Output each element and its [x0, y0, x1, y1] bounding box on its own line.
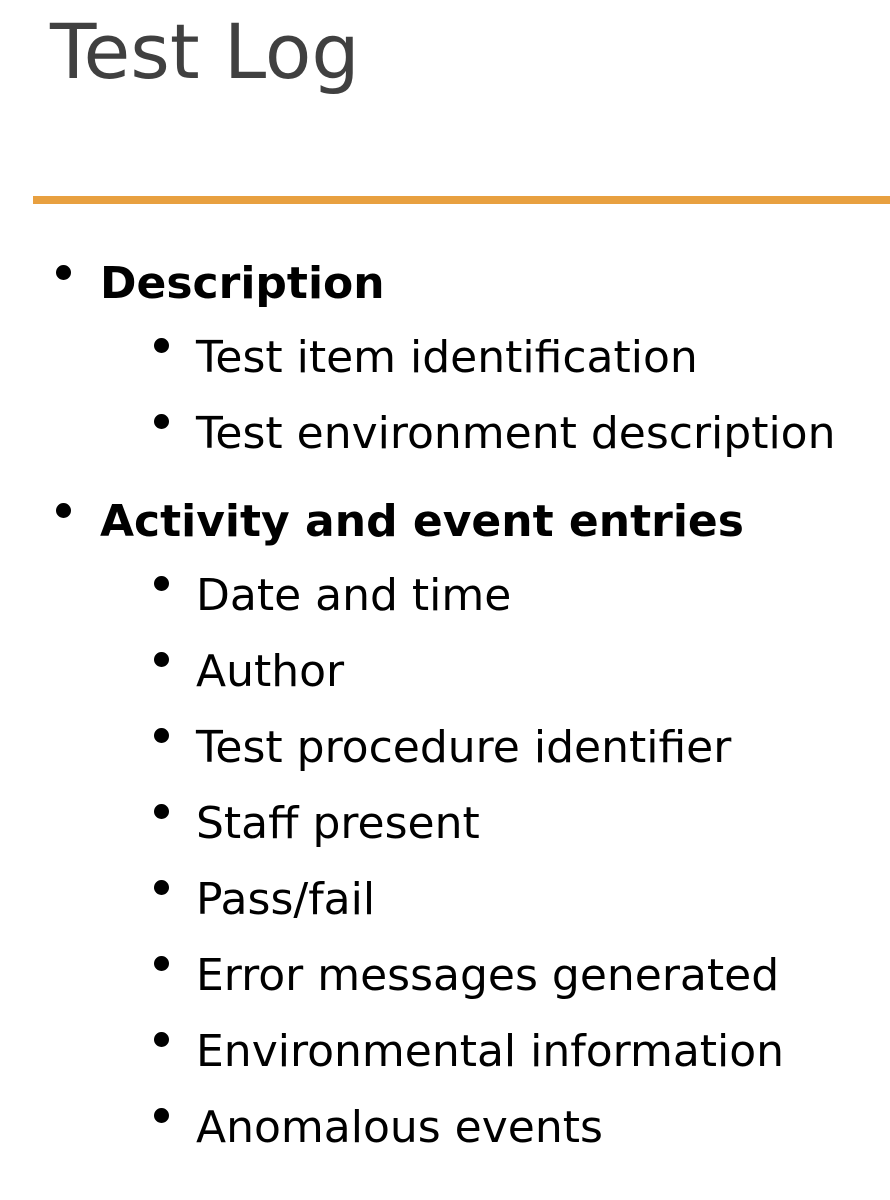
- list-item: Anomalous events: [100, 1090, 890, 1166]
- section-description: Description Test item identification Tes…: [0, 248, 890, 472]
- bullet-dot-icon: [154, 652, 169, 667]
- bullet-dot-icon: [154, 338, 169, 353]
- bullet-dot-icon: [154, 880, 169, 895]
- section-heading: Activity and event entries: [100, 496, 744, 547]
- bullet-dot-icon: [154, 804, 169, 819]
- list-item: Staff present: [100, 786, 890, 862]
- list-item-text: Date and time: [196, 570, 512, 621]
- list-item-text: Test item identification: [196, 332, 698, 383]
- bullet-dot-icon: [154, 956, 169, 971]
- list-item: Environmental information: [100, 1014, 890, 1090]
- bullet-dot-icon: [154, 414, 169, 429]
- list-item-text: Test environment description: [196, 408, 836, 459]
- list-item: Author: [100, 634, 890, 710]
- bullet-list: Description Test item identification Tes…: [0, 248, 890, 1166]
- sub-bullet-list: Test item identification Test environmen…: [100, 320, 890, 472]
- list-item: Pass/fail: [100, 862, 890, 938]
- bullet-dot-icon: [154, 1108, 169, 1123]
- list-item: Test procedure identifier: [100, 710, 890, 786]
- list-item: Test environment description: [100, 396, 890, 472]
- sub-bullet-list: Date and time Author Test procedure iden…: [100, 558, 890, 1166]
- bullet-dot-icon: [154, 1032, 169, 1047]
- slide-title: Test Log: [50, 7, 360, 96]
- list-item-text: Test procedure identifier: [196, 722, 732, 773]
- list-item-text: Pass/fail: [196, 874, 376, 925]
- list-item: Error messages generated: [100, 938, 890, 1014]
- bullet-dot-icon: [154, 576, 169, 591]
- section-heading: Description: [100, 258, 385, 309]
- bullet-dot-icon: [154, 728, 169, 743]
- list-item-text: Environmental information: [196, 1026, 785, 1077]
- list-item-text: Anomalous events: [196, 1102, 603, 1153]
- title-underline-rule: [33, 196, 890, 204]
- bullet-dot-icon: [56, 503, 71, 518]
- list-item-text: Error messages generated: [196, 950, 780, 1001]
- list-item-text: Staff present: [196, 798, 480, 849]
- section-activity-and-event-entries: Activity and event entries Date and time…: [0, 486, 890, 1166]
- list-item: Test item identification: [100, 320, 890, 396]
- list-item-text: Author: [196, 646, 345, 697]
- list-item: Date and time: [100, 558, 890, 634]
- bullet-dot-icon: [56, 265, 71, 280]
